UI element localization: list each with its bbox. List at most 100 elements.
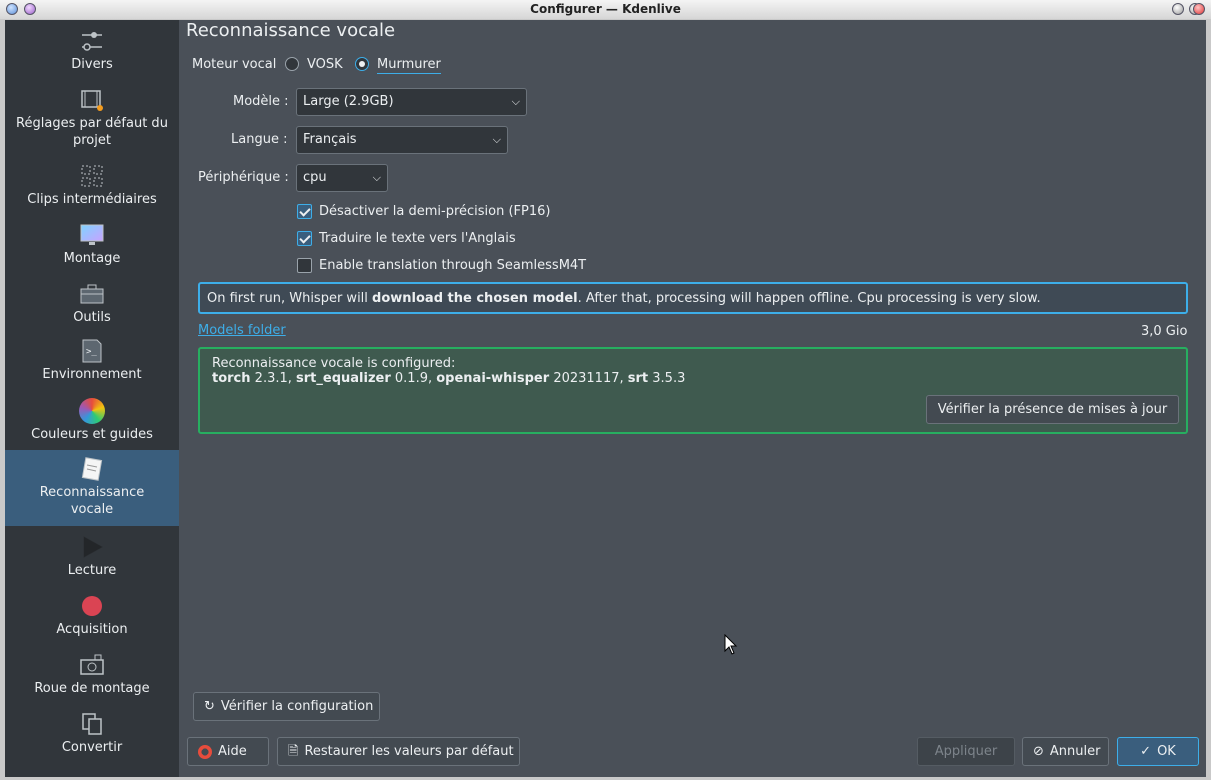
sidebar-item-label: Lecture (67, 563, 117, 578)
info-text-pre: On first run, Whisper will (207, 291, 373, 306)
fp16-label[interactable]: Désactiver la demi-précision (FP16) (319, 204, 550, 219)
ok-label: OK (1157, 744, 1176, 759)
help-label: Aide (218, 744, 247, 759)
sidebar-item-speech-recognition[interactable]: Reconnaissance vocale (5, 450, 179, 526)
film-settings-icon (81, 90, 103, 111)
package-version: 2.3.1 (254, 371, 288, 386)
chevron-down-icon: ⌵ (372, 171, 381, 184)
sidebar-item-convertir[interactable]: Convertir (5, 711, 179, 765)
document-revert-icon: 🗎 (288, 744, 299, 759)
sidebar-item-acquisition[interactable]: Acquisition (5, 593, 179, 647)
sidebar-item-project-defaults[interactable]: Réglages par défaut du projet (5, 87, 179, 167)
proxy-clips-icon (81, 165, 103, 187)
sliders-icon (82, 32, 102, 51)
language-select[interactable]: Français ⌵ (296, 126, 508, 154)
cancel-label: Annuler (1049, 744, 1101, 759)
sidebar-item-label: Convertir (61, 740, 123, 755)
chevron-down-icon: ⌵ (511, 95, 520, 108)
convert-copy-icon (82, 713, 102, 735)
sidebar-item-outils[interactable]: Outils (5, 281, 179, 335)
mouse-cursor-icon (724, 634, 738, 655)
model-select[interactable]: Large (2.9GB) ⌵ (296, 88, 527, 116)
model-value: Large (2.9GB) (303, 94, 394, 109)
sidebar-item-label: Couleurs et guides (31, 427, 153, 442)
package-version: 3.5.3 (652, 371, 686, 386)
info-text-bold: download the chosen model (372, 291, 578, 306)
window-titlebar[interactable]: Configurer — Kdenlive (0, 0, 1211, 20)
sidebar: Divers Réglages par défaut du projet Cli… (5, 20, 179, 777)
toolbox-icon (80, 284, 104, 304)
translate-english-label[interactable]: Traduire le texte vers l'Anglais (319, 231, 516, 246)
apply-label: Appliquer (934, 744, 998, 759)
model-label: Modèle : (233, 94, 289, 109)
package-version: 20231117 (553, 371, 620, 386)
record-icon (82, 596, 102, 616)
engine-radio-vosk[interactable] (285, 57, 299, 71)
sidebar-item-label: Environnement (42, 367, 142, 382)
package-name: torch (212, 371, 251, 386)
minimize-icon[interactable] (1172, 3, 1184, 15)
package-name: srt (627, 371, 649, 386)
sidebar-item-proxy-clips[interactable]: Clips intermédiaires (5, 163, 179, 217)
engine-option-whisper[interactable]: Murmurer (377, 57, 441, 74)
sidebar-item-label: Acquisition (56, 622, 128, 637)
sidebar-item-environnement[interactable]: >_ Environnement (5, 338, 179, 392)
seamless-checkbox[interactable] (297, 258, 312, 273)
help-button[interactable]: Aide (187, 737, 269, 766)
sidebar-item-jog-shuttle[interactable]: Roue de montage (5, 652, 179, 706)
play-icon (83, 536, 104, 558)
svg-text:>_: >_ (86, 347, 97, 357)
models-size: 3,0 Gio (1141, 324, 1188, 339)
seamless-label[interactable]: Enable translation through SeamlessM4T (319, 258, 586, 273)
window-title: Configurer — Kdenlive (530, 2, 681, 16)
sidebar-item-lecture[interactable]: Lecture (5, 534, 179, 588)
device-select[interactable]: cpu ⌵ (296, 164, 388, 192)
engine-label: Moteur vocal (192, 57, 277, 72)
device-label: Périphérique : (198, 170, 289, 185)
sidebar-item-montage[interactable]: Montage (5, 222, 179, 276)
language-value: Français (303, 132, 357, 147)
package-list: torch 2.3.1, srt_equalizer 0.1.9, openai… (212, 371, 686, 386)
check-config-button[interactable]: ↻ Vérifier la configuration (193, 692, 380, 721)
sidebar-item-label: Reconnaissance vocale (39, 485, 145, 517)
translate-english-checkbox[interactable] (297, 231, 312, 246)
monitor-icon (80, 224, 104, 245)
check-config-label: Vérifier la configuration (220, 699, 374, 714)
cancel-button[interactable]: ⊘ Annuler (1022, 737, 1109, 766)
apply-button[interactable]: Appliquer (917, 737, 1015, 766)
terminal-icon: >_ (82, 339, 102, 363)
language-label: Langue : (231, 132, 288, 147)
sidebar-item-label: Réglages par défaut du projet (16, 116, 168, 148)
checkmark-icon: ✓ (1140, 744, 1152, 759)
status-heading: Reconnaissance vocale is configured: (212, 356, 456, 371)
sidebar-item-couleurs[interactable]: Couleurs et guides (5, 398, 179, 452)
package-name: openai-whisper (436, 371, 550, 386)
close-icon[interactable] (1193, 3, 1205, 15)
sidebar-item-label: Divers (71, 57, 113, 72)
check-updates-button[interactable]: Vérifier la présence de mises à jour (926, 395, 1179, 424)
lifebuoy-icon (198, 744, 212, 759)
sidebar-item-label: Montage (63, 251, 121, 266)
models-folder-link[interactable]: Models folder (198, 323, 286, 338)
notepad-icon (81, 457, 103, 481)
restore-defaults-label: Restaurer les valeurs par défaut (304, 744, 514, 759)
package-name: srt_equalizer (296, 371, 391, 386)
package-version: 0.1.9 (394, 371, 428, 386)
sidebar-item-label: Outils (73, 310, 111, 325)
sidebar-item-label: Clips intermédiaires (27, 192, 157, 207)
sidebar-item-label: Roue de montage (34, 681, 150, 696)
info-message: On first run, Whisper will download the … (198, 282, 1188, 314)
sidebar-item-divers[interactable]: Divers (5, 28, 179, 80)
engine-option-vosk[interactable]: VOSK (307, 57, 343, 72)
info-text-post: . After that, processing will happen off… (577, 291, 1041, 306)
device-value: cpu (303, 170, 327, 185)
ok-button[interactable]: ✓ OK (1117, 737, 1199, 766)
color-wheel-icon (79, 398, 105, 424)
fp16-checkbox[interactable] (297, 204, 312, 219)
jog-shuttle-icon (80, 654, 104, 675)
chevron-down-icon: ⌵ (492, 133, 501, 146)
restore-defaults-button[interactable]: 🗎 Restaurer les valeurs par défaut (277, 737, 520, 766)
engine-radio-whisper[interactable] (355, 57, 369, 71)
refresh-icon: ↻ (204, 699, 215, 714)
cancel-icon: ⊘ (1033, 744, 1044, 759)
